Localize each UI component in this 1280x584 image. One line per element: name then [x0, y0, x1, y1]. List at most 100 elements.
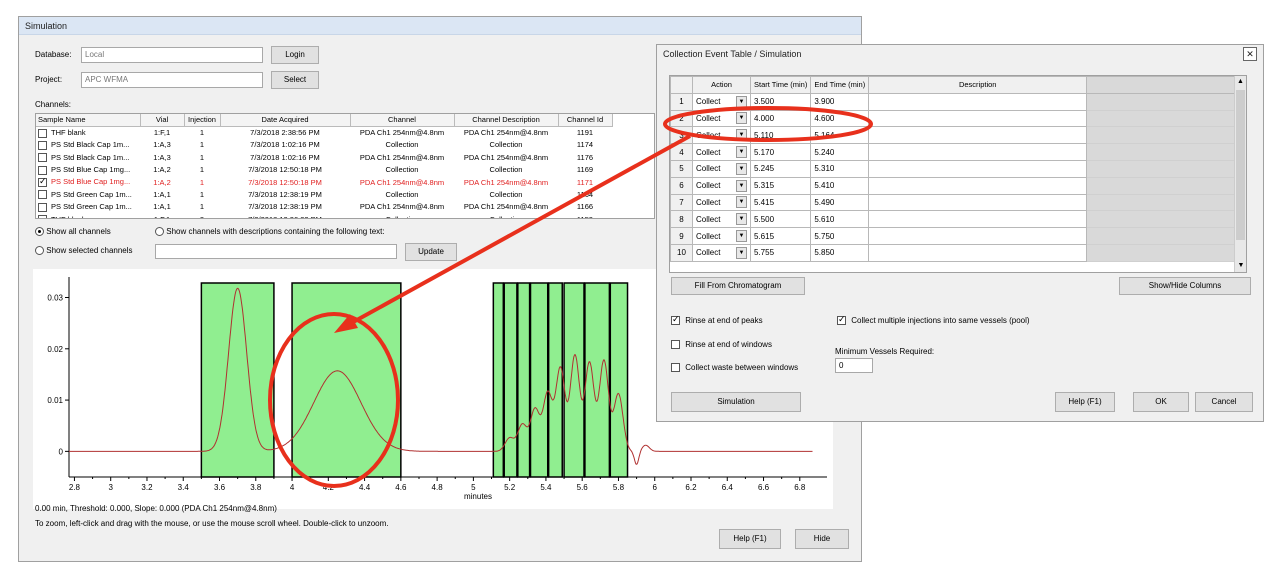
end-time-cell[interactable]: 3.900: [810, 92, 870, 111]
col-date[interactable]: Date Acquired: [220, 114, 351, 127]
table-row[interactable]: 1 Collect ▼ 3.500 3.900: [670, 92, 1242, 111]
action-select[interactable]: Collect ▼: [692, 193, 751, 212]
table-row[interactable]: 7 Collect ▼ 5.415 5.490: [670, 193, 1242, 212]
table-row[interactable]: PS Std Green Cap 1m... 1:A,1 1 7/3/2018 12:…: [36, 201, 612, 213]
show-desc-radio[interactable]: [155, 227, 164, 237]
select-button[interactable]: Select: [271, 71, 319, 89]
table-row[interactable]: THF blank1:F,127/3/2018 12:26:22 PMColle…: [36, 213, 612, 218]
row-checkbox[interactable]: [38, 165, 47, 175]
col-description[interactable]: Description: [868, 76, 1088, 94]
fill-from-chromatogram-button[interactable]: Fill From Chromatogram: [671, 277, 805, 295]
table-row[interactable]: PS Std Black Cap 1m... 1:A,3 1 7/3/2018 1:0…: [36, 151, 612, 163]
show-selected-radio[interactable]: [35, 246, 44, 256]
end-time-cell[interactable]: 5.490: [810, 193, 870, 212]
row-checkbox[interactable]: [38, 202, 47, 212]
show-hide-columns-button[interactable]: Show/Hide Columns: [1119, 277, 1251, 295]
hide-button[interactable]: Hide: [795, 529, 849, 549]
col-vial[interactable]: Vial: [140, 114, 185, 127]
col-channel-id[interactable]: Channel Id: [558, 114, 613, 127]
description-cell[interactable]: [868, 143, 1088, 161]
row-checkbox[interactable]: [38, 128, 47, 138]
row-checkbox[interactable]: [38, 140, 47, 150]
table-row[interactable]: 3 Collect ▼ 5.110 5.164: [670, 126, 1242, 145]
col-start-time[interactable]: Start Time (min): [749, 76, 812, 94]
table-row[interactable]: 8 Collect ▼ 5.500 5.610: [670, 210, 1242, 229]
start-time-cell[interactable]: 5.755: [749, 243, 812, 262]
action-select[interactable]: Collect ▼: [692, 126, 751, 145]
start-time-cell[interactable]: 5.245: [749, 159, 812, 178]
end-time-cell[interactable]: 5.750: [810, 227, 870, 245]
rinse-windows-checkbox[interactable]: [671, 340, 680, 350]
start-time-cell[interactable]: 5.500: [749, 210, 812, 229]
rinse-peaks-checkbox[interactable]: [671, 314, 680, 326]
description-cell[interactable]: [868, 227, 1088, 245]
show-selected-option[interactable]: Show selected channels: [35, 246, 133, 256]
end-time-cell[interactable]: 5.410: [810, 176, 870, 195]
table-row[interactable]: 10 Collect ▼ 5.755 5.850: [670, 243, 1242, 262]
scroll-up-icon[interactable]: ▲: [1235, 76, 1246, 88]
collect-multi-option[interactable]: Collect multiple injections into same ve…: [837, 314, 1030, 326]
action-select[interactable]: Collect ▼: [692, 159, 751, 178]
description-cell[interactable]: [868, 243, 1088, 262]
table-row[interactable]: PS Std Blue Cap 1mg... 1:A,2 1 7/3/2018 12:…: [36, 164, 612, 176]
start-time-cell[interactable]: 5.615: [749, 227, 812, 245]
chevron-down-icon[interactable]: ▼: [736, 162, 747, 175]
action-select[interactable]: Collect ▼: [692, 92, 751, 111]
description-cell[interactable]: [868, 159, 1088, 178]
rinse-peaks-option[interactable]: Rinse at end of peaks: [671, 314, 763, 326]
description-cell[interactable]: [868, 92, 1088, 111]
description-cell[interactable]: [868, 193, 1088, 212]
chevron-down-icon[interactable]: ▼: [736, 95, 747, 108]
sim-help-button[interactable]: Help (F1): [719, 529, 781, 549]
show-all-radio[interactable]: [35, 227, 44, 237]
start-time-cell[interactable]: 3.500: [749, 92, 812, 111]
table-row[interactable]: 5 Collect ▼ 5.245 5.310: [670, 159, 1242, 178]
table-row[interactable]: PS Std Blue Cap 1mg... 1:A,2 1 7/3/2018 12:…: [36, 176, 612, 188]
scroll-down-icon[interactable]: ▼: [1235, 260, 1246, 272]
col-injection[interactable]: Injection: [184, 114, 221, 127]
start-time-cell[interactable]: 5.110: [749, 126, 812, 145]
end-time-cell[interactable]: 5.164: [810, 126, 870, 145]
end-time-cell[interactable]: 5.310: [810, 159, 870, 178]
start-time-cell[interactable]: 5.170: [749, 143, 812, 161]
start-time-cell[interactable]: 4.000: [749, 109, 812, 128]
simulation-button[interactable]: Simulation: [671, 392, 801, 412]
table-row[interactable]: 9 Collect ▼ 5.615 5.750: [670, 227, 1242, 245]
end-time-cell[interactable]: 5.610: [810, 210, 870, 229]
evt-help-button[interactable]: Help (F1): [1055, 392, 1115, 412]
action-select[interactable]: Collect ▼: [692, 210, 751, 229]
col-sample-name[interactable]: Sample Name: [36, 114, 141, 127]
table-row[interactable]: PS Std Green Cap 1m... 1:A,1 1 7/3/2018 12:…: [36, 188, 612, 200]
col-action[interactable]: Action: [692, 76, 751, 94]
action-select[interactable]: Collect ▼: [692, 227, 751, 245]
action-select[interactable]: Collect ▼: [692, 109, 751, 128]
rinse-windows-option[interactable]: Rinse at end of windows: [671, 340, 772, 350]
table-row[interactable]: 2 Collect ▼ 4.000 4.600: [670, 109, 1242, 128]
login-button[interactable]: Login: [271, 46, 319, 64]
chevron-down-icon[interactable]: ▼: [736, 146, 747, 159]
table-row[interactable]: THF blank 1:F,1 1 7/3/2018 2:38:56 PM PDA Ch…: [36, 126, 612, 138]
ok-button[interactable]: OK: [1133, 392, 1189, 412]
table-row[interactable]: PS Std Black Cap 1m... 1:A,3 1 7/3/2018 1:0…: [36, 139, 612, 151]
collect-waste-option[interactable]: Collect waste between windows: [671, 363, 798, 373]
action-select[interactable]: Collect ▼: [692, 176, 751, 195]
close-icon[interactable]: ✕: [1243, 47, 1257, 61]
col-channel-desc[interactable]: Channel Description: [454, 114, 559, 127]
description-filter-input[interactable]: [155, 244, 397, 259]
database-field[interactable]: Local: [81, 47, 263, 63]
col-end-time[interactable]: End Time (min): [810, 76, 870, 94]
row-checkbox[interactable]: [38, 153, 47, 163]
chevron-down-icon[interactable]: ▼: [736, 230, 747, 243]
action-select[interactable]: Collect ▼: [692, 243, 751, 262]
show-all-option[interactable]: Show all channels: [35, 227, 111, 237]
description-cell[interactable]: [868, 210, 1088, 229]
table-row[interactable]: 6 Collect ▼ 5.315 5.410: [670, 176, 1242, 195]
chevron-down-icon[interactable]: ▼: [736, 179, 747, 192]
chevron-down-icon[interactable]: ▼: [736, 112, 747, 125]
chevron-down-icon[interactable]: ▼: [736, 129, 747, 142]
chevron-down-icon[interactable]: ▼: [736, 196, 747, 209]
project-field[interactable]: APC WFMA: [81, 72, 263, 88]
row-checkbox[interactable]: [38, 215, 47, 218]
chevron-down-icon[interactable]: ▼: [736, 213, 747, 226]
cancel-button[interactable]: Cancel: [1195, 392, 1253, 412]
